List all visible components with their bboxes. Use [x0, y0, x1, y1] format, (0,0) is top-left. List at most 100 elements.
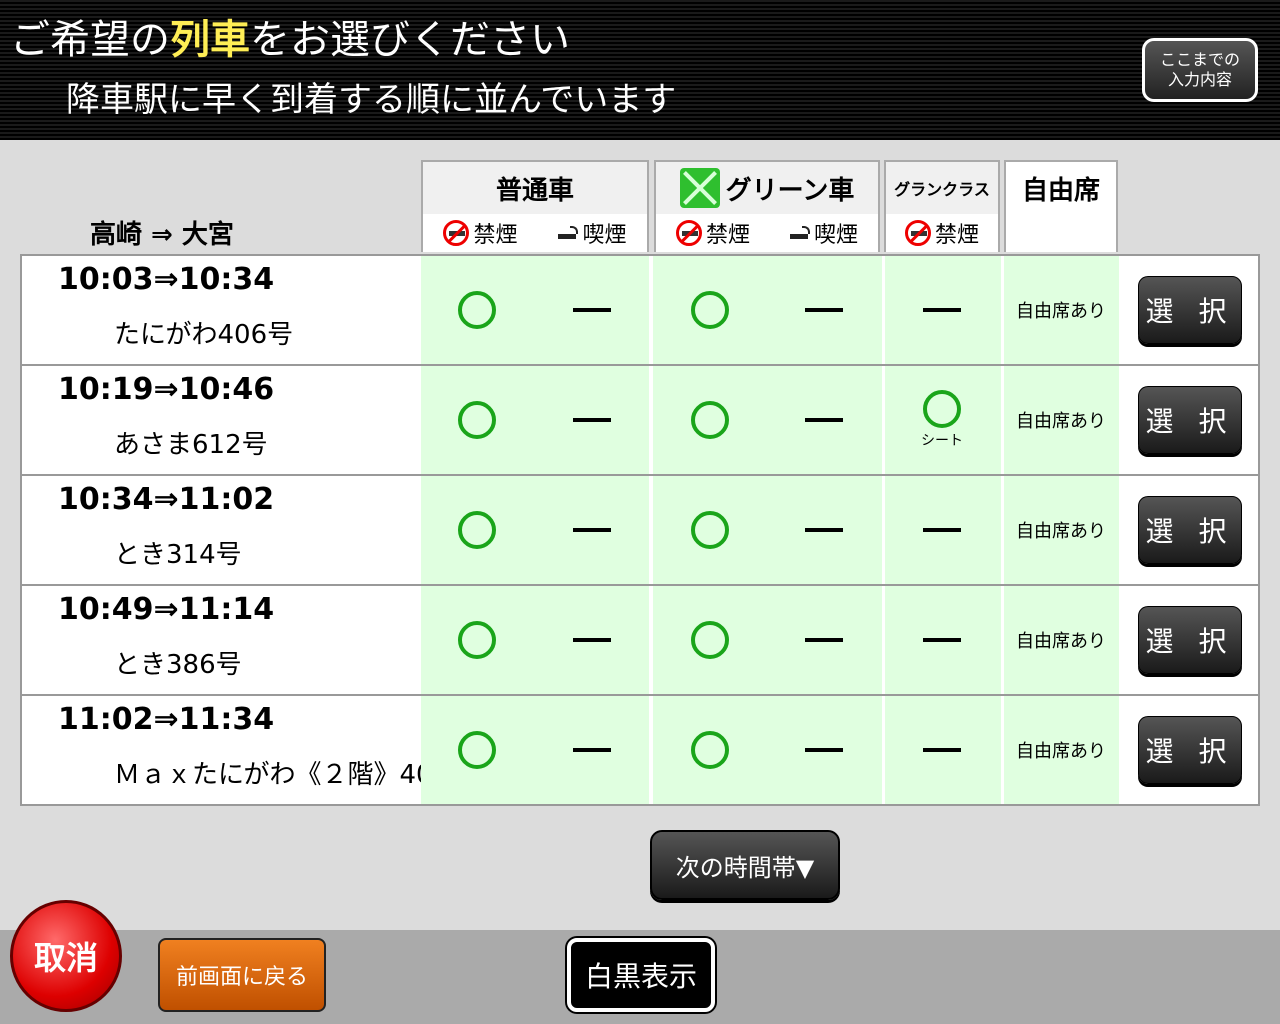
green-car-label: グリーン車 [725, 175, 855, 206]
train-row: 10:34⇒11:02 とき314号 自由席あり 選 択 [22, 476, 1258, 586]
cell-divider [650, 586, 653, 694]
unavailable-dash-icon [573, 418, 611, 422]
seat-cell-bg: 自由席あり [1003, 586, 1119, 694]
available-circle-icon [691, 291, 729, 329]
seat-cell-bg: 自由席あり [1003, 366, 1119, 474]
page-subtitle: 降車駅に早く到着する順に並んでいます [66, 80, 677, 120]
train-time: 10:34⇒11:02 [58, 482, 275, 517]
no-smoking-label: 禁煙 [705, 223, 750, 248]
header: ご希望の列車をお選びください 降車駅に早く到着する順に並んでいます ここまでの … [0, 0, 1280, 140]
cell-divider [882, 586, 885, 694]
train-name: あさま612号 [114, 430, 268, 460]
cell-divider [882, 476, 885, 584]
select-button[interactable]: 選 択 [1138, 606, 1242, 674]
free-seat-status: 自由席あり [1016, 741, 1106, 762]
seat-status-ordinary-s [552, 256, 632, 364]
train-row: 10:03⇒10:34 たにがわ406号 自由席あり 選 択 [22, 256, 1258, 366]
cell-divider [882, 696, 885, 804]
back-button[interactable]: 前画面に戻る [158, 938, 326, 1012]
train-table: 10:03⇒10:34 たにがわ406号 自由席あり選 択 10:19⇒10:46 あさ… [20, 254, 1260, 806]
summary-label-1: ここまでの [1159, 50, 1240, 69]
unavailable-dash-icon [805, 638, 843, 642]
select-button[interactable]: 選 択 [1138, 716, 1242, 784]
unavailable-dash-icon [805, 418, 843, 422]
free-seat-status: 自由席あり [1016, 521, 1106, 542]
no-smoking-label: 禁煙 [473, 223, 518, 248]
seat-status-green-s [784, 696, 864, 804]
cell-divider [1001, 696, 1004, 804]
seat-status-ordinary-s [552, 366, 632, 474]
seat-status-gran [902, 256, 982, 364]
seat-status-gran [902, 696, 982, 804]
unavailable-dash-icon [923, 748, 961, 752]
seat-cell-bg: 自由席あり [1003, 476, 1119, 584]
available-circle-icon [691, 731, 729, 769]
seat-status-ordinary-ns [437, 366, 517, 474]
seat-status-gran [902, 586, 982, 694]
seat-status-gran [902, 476, 982, 584]
seat-status-green-ns [670, 586, 750, 694]
cell-divider [1001, 256, 1004, 364]
available-circle-icon [691, 401, 729, 439]
free-seat-status: 自由席あり [1016, 631, 1106, 652]
cell-divider [1001, 476, 1004, 584]
cell-divider [882, 366, 885, 474]
page-title: ご希望の列車をお選びください [10, 14, 570, 66]
cell-divider [650, 366, 653, 474]
train-row: 10:49⇒11:14 とき386号 自由席あり 選 択 [22, 586, 1258, 696]
seat-status-gran: シート [902, 366, 982, 474]
available-circle-icon [691, 621, 729, 659]
next-time-slot-button[interactable]: 次の時間帯▼ [650, 830, 840, 900]
seat-status-green-ns [670, 476, 750, 584]
free-seat-label: 自由席 [1021, 176, 1100, 206]
cell-divider [650, 476, 653, 584]
seat-status-green-ns [670, 366, 750, 474]
free-seat-status: 自由席あり [1016, 301, 1106, 322]
no-smoking-icon [443, 220, 470, 246]
monochrome-display-button[interactable]: 白黒表示 [567, 938, 715, 1012]
col-head-gran: グランクラス 禁煙 [884, 160, 1000, 252]
title-post: をお選びください [250, 17, 570, 63]
seat-status-green-s [784, 476, 864, 584]
seat-status-green-s [784, 256, 864, 364]
gran-seat-note: シート [921, 433, 963, 449]
select-button[interactable]: 選 択 [1138, 276, 1242, 344]
cancel-button[interactable]: 取消 [10, 900, 122, 1012]
unavailable-dash-icon [923, 308, 961, 312]
seat-cell-bg: 自由席あり [1003, 696, 1119, 804]
seat-status-ordinary-ns [437, 476, 517, 584]
no-smoking-icon [904, 220, 931, 246]
title-pre: ご希望の [10, 17, 170, 63]
unavailable-dash-icon [923, 638, 961, 642]
unavailable-dash-icon [805, 748, 843, 752]
unavailable-dash-icon [805, 308, 843, 312]
no-smoking-icon [675, 220, 702, 246]
seat-status-ordinary-s [552, 476, 632, 584]
seat-cell-bg: 自由席あり [1003, 256, 1119, 364]
train-time: 10:49⇒11:14 [58, 592, 275, 627]
free-seat-status: 自由席あり [1016, 411, 1106, 432]
train-name: とき314号 [114, 540, 242, 570]
gran-class-label: グランクラス [886, 162, 998, 214]
train-time: 10:03⇒10:34 [58, 262, 275, 297]
col-head-ordinary: 普通車 禁煙 喫煙 [421, 160, 649, 252]
smoking-label: 喫煙 [582, 223, 627, 248]
seat-status-green-ns [670, 696, 750, 804]
no-smoking-label: 禁煙 [934, 223, 979, 248]
col-head-free: 自由席 [1004, 160, 1118, 252]
input-summary-button[interactable]: ここまでの 入力内容 [1142, 38, 1258, 102]
unavailable-dash-icon [573, 308, 611, 312]
train-row: 11:02⇒11:34 Ｍａｘたにがわ《２階》408号 自由席あり選 択 [22, 696, 1258, 806]
train-time: 10:19⇒10:46 [58, 372, 275, 407]
cell-divider [1001, 586, 1004, 694]
select-button[interactable]: 選 択 [1138, 386, 1242, 454]
select-button[interactable]: 選 択 [1138, 496, 1242, 564]
green-car-icon [679, 168, 720, 208]
seat-status-ordinary-ns [437, 696, 517, 804]
train-row: 10:19⇒10:46 あさま612号 自由席ありシート 選 択 [22, 366, 1258, 476]
unavailable-dash-icon [923, 528, 961, 532]
smoking-label: 喫煙 [813, 223, 858, 248]
unavailable-dash-icon [573, 638, 611, 642]
col-head-green: グリーン車 禁煙 喫煙 [654, 160, 880, 252]
train-name: たにがわ406号 [114, 320, 294, 350]
